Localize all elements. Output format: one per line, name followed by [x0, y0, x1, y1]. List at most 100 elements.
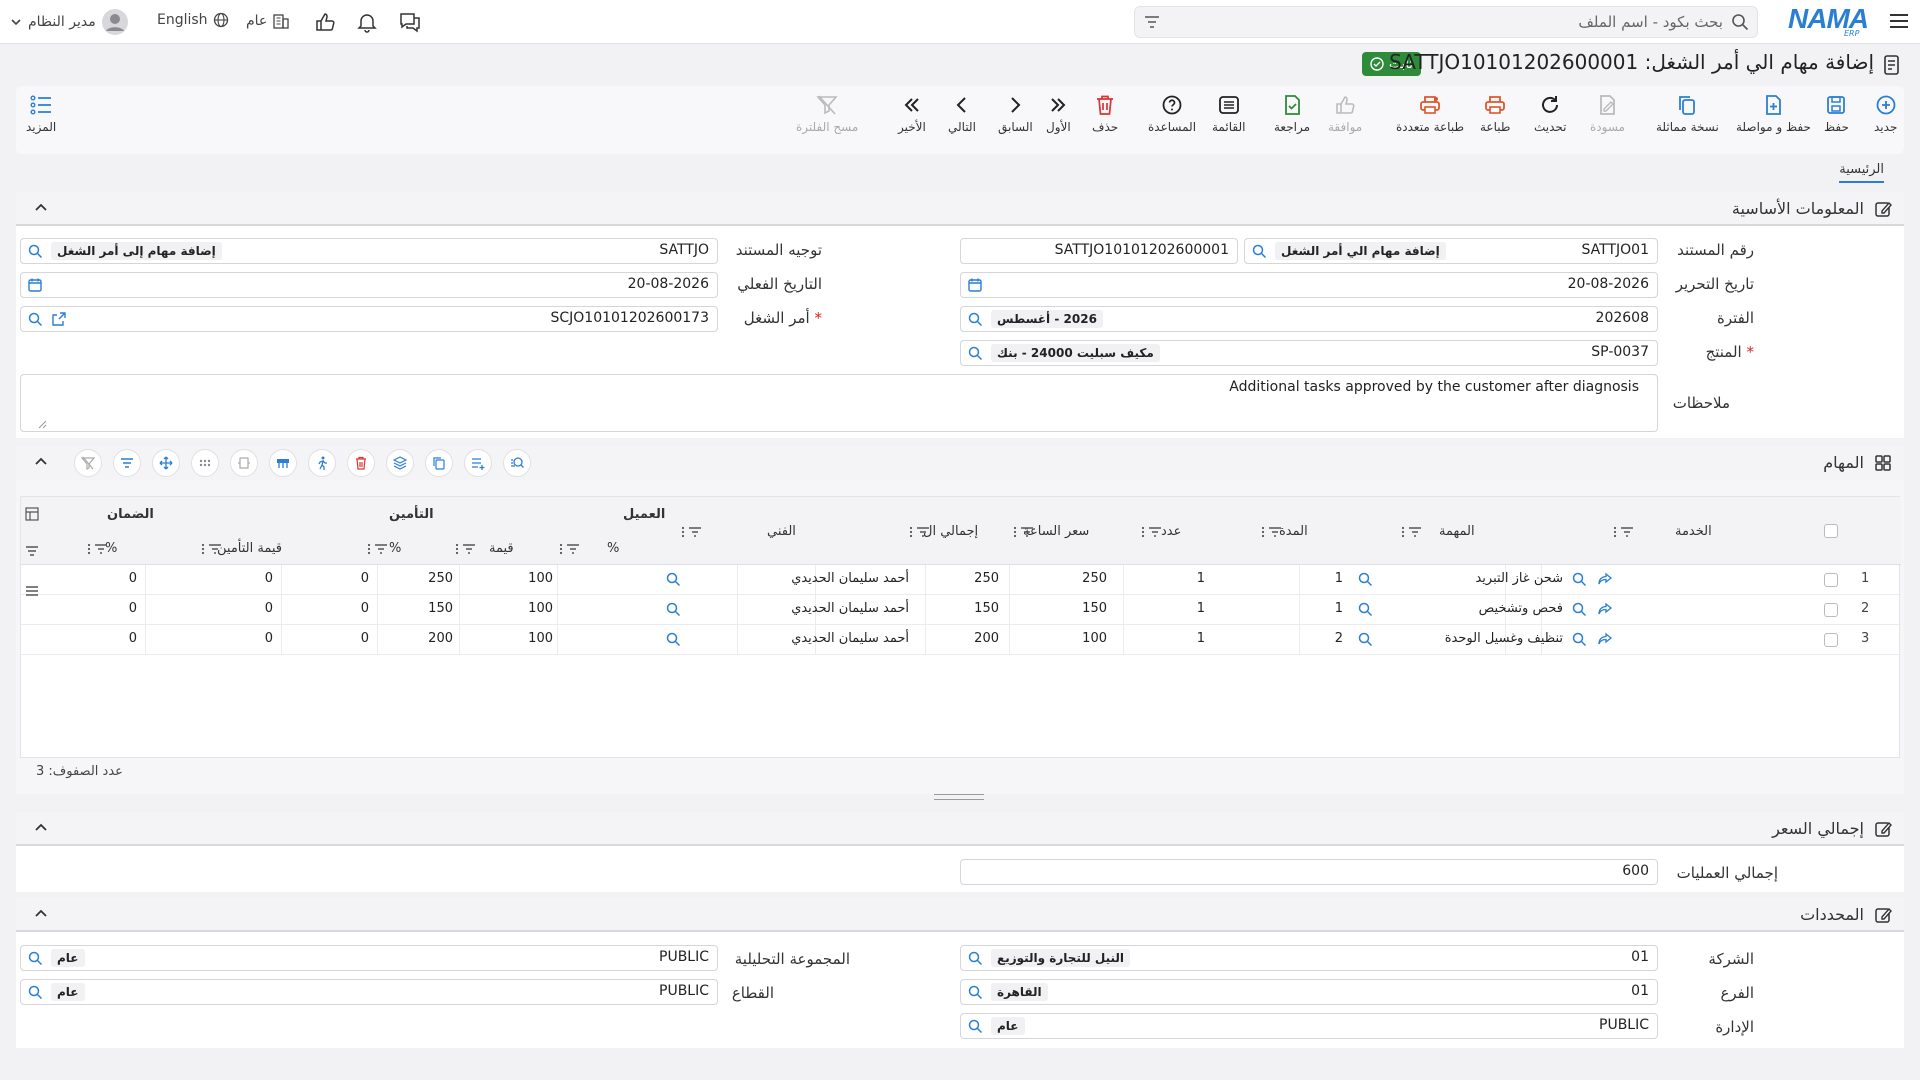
- doc-route-field[interactable]: SATTJO إضافة مهام إلى أمر الشغل: [20, 238, 718, 264]
- delete-row-icon[interactable]: [347, 449, 375, 477]
- clear-filter-button[interactable]: مسح الفلترة: [796, 94, 858, 134]
- move-icon[interactable]: [152, 449, 180, 477]
- public-switch[interactable]: عام: [246, 12, 290, 30]
- calendar-icon[interactable]: [27, 277, 43, 293]
- tab-main[interactable]: الرئيسية: [1839, 162, 1884, 183]
- column-filter-icon[interactable]: [909, 526, 931, 538]
- notes-textarea[interactable]: Additional tasks approved by the custome…: [20, 374, 1658, 432]
- lookup-search-icon[interactable]: [967, 345, 983, 361]
- next-button[interactable]: التالي: [948, 94, 976, 134]
- fit-columns-icon[interactable]: [230, 449, 258, 477]
- language-switch[interactable]: English: [157, 12, 229, 28]
- collapse-chevron-icon[interactable]: [34, 202, 48, 212]
- row-menu-icon[interactable]: [25, 585, 39, 597]
- lookup-search-icon[interactable]: [967, 311, 983, 327]
- share-arrow-icon[interactable]: [1597, 601, 1613, 617]
- col-service[interactable]: الخدمة: [1675, 524, 1712, 539]
- thumbs-up-button[interactable]: موافقة: [1328, 94, 1362, 134]
- task-lookup-icon[interactable]: [1357, 631, 1373, 647]
- resize-handle-icon[interactable]: [37, 419, 47, 429]
- filter-lines-icon[interactable]: [1143, 13, 1161, 31]
- technician-lookup-icon[interactable]: [665, 631, 681, 647]
- lookup-search-icon[interactable]: [967, 984, 983, 1000]
- col-count[interactable]: عدد: [1161, 524, 1181, 539]
- draft-button[interactable]: مسودة: [1590, 94, 1625, 134]
- filter-icon[interactable]: [113, 449, 141, 477]
- table-layout-icon[interactable]: [269, 449, 297, 477]
- column-filter-icon[interactable]: [1401, 526, 1423, 538]
- user-menu[interactable]: مدير النظام: [10, 9, 128, 35]
- column-filter-icon[interactable]: [1261, 526, 1283, 538]
- last-button[interactable]: الأخير: [898, 94, 926, 134]
- plus-circle-button[interactable]: جديد: [1874, 94, 1897, 134]
- service-lookup-icon[interactable]: [1571, 601, 1587, 617]
- row-checkbox[interactable]: [1824, 603, 1838, 617]
- task-lookup-icon[interactable]: [1357, 601, 1373, 617]
- print-button[interactable]: طباعة: [1480, 94, 1510, 134]
- col-technician[interactable]: الفني: [767, 524, 796, 539]
- column-filter-icon[interactable]: [1141, 526, 1163, 538]
- select-all-checkbox[interactable]: [1824, 524, 1838, 538]
- column-filter-icon[interactable]: [1613, 526, 1635, 538]
- copy-button[interactable]: نسخة مماثلة: [1656, 94, 1719, 134]
- resize-splitter[interactable]: [934, 794, 984, 800]
- service-lookup-icon[interactable]: [1571, 631, 1587, 647]
- lookup-search-icon[interactable]: [27, 984, 43, 1000]
- cell-task[interactable]: فحص وتشخيص: [1479, 601, 1563, 616]
- hamburger-menu-icon[interactable]: [1888, 11, 1910, 31]
- col-task[interactable]: المهمة: [1439, 524, 1475, 539]
- add-row-icon[interactable]: [464, 449, 492, 477]
- prev-button[interactable]: السابق: [998, 94, 1033, 134]
- refresh-button[interactable]: تحديث: [1534, 94, 1567, 134]
- service-lookup-icon[interactable]: [1571, 571, 1587, 587]
- row-checkbox[interactable]: [1824, 573, 1838, 587]
- collapse-chevron-icon[interactable]: [34, 908, 48, 918]
- row-checkbox[interactable]: [1824, 633, 1838, 647]
- search-icon[interactable]: [1731, 13, 1749, 31]
- dots-grid-icon[interactable]: [191, 449, 219, 477]
- product-field[interactable]: SP-0037 مكيف سبليت 24000 - بنك: [960, 340, 1658, 366]
- cell-task[interactable]: تنظيف وغسيل الوحدة: [1445, 631, 1563, 646]
- more-button[interactable]: المزيد: [26, 94, 56, 134]
- technician-lookup-icon[interactable]: [665, 601, 681, 617]
- col-total[interactable]: إجمالي ال: [923, 524, 978, 539]
- calendar-icon[interactable]: [967, 277, 983, 293]
- help-button[interactable]: المساعدة: [1148, 94, 1196, 134]
- column-filter-icon[interactable]: [367, 543, 389, 555]
- run-icon[interactable]: [308, 449, 336, 477]
- task-lookup-icon[interactable]: [1357, 571, 1373, 587]
- collapse-chevron-icon[interactable]: [34, 822, 48, 832]
- period-field[interactable]: 202608 2026 - أغسطس: [960, 306, 1658, 332]
- actual-date-field[interactable]: 20-08-2026: [20, 272, 718, 298]
- share-arrow-icon[interactable]: [1597, 571, 1613, 587]
- col-ins-value[interactable]: قيمة التأمين: [217, 541, 282, 556]
- table-row[interactable]: 0 0 0 150 100 أحمد سليمان الحديدي 150 150 1 1 فحص …: [21, 595, 1901, 625]
- lookup-search-icon[interactable]: [967, 950, 983, 966]
- share-arrow-icon[interactable]: [1597, 631, 1613, 647]
- clear-filter-icon[interactable]: [74, 449, 102, 477]
- lookup-search-icon[interactable]: [27, 950, 43, 966]
- review-button[interactable]: مراجعة: [1274, 94, 1310, 134]
- list-button[interactable]: القائمة: [1212, 94, 1245, 134]
- lookup-search-icon[interactable]: [967, 1018, 983, 1034]
- search-input[interactable]: [1163, 11, 1723, 33]
- column-filter-icon[interactable]: [681, 526, 703, 538]
- column-filter-icon[interactable]: [559, 543, 581, 555]
- branch-field[interactable]: 01 القاهرة: [960, 979, 1658, 1005]
- lookup-search-icon[interactable]: [1251, 243, 1267, 259]
- external-link-icon[interactable]: [51, 311, 67, 327]
- col-ins-pct[interactable]: %: [389, 541, 401, 556]
- analytic-field[interactable]: PUBLIC عام: [20, 945, 718, 971]
- col-cust-value[interactable]: قيمة: [489, 541, 514, 556]
- edit-date-field[interactable]: 20-08-2026: [960, 272, 1658, 298]
- dept-field[interactable]: PUBLIC عام: [960, 1013, 1658, 1039]
- technician-lookup-icon[interactable]: [665, 571, 681, 587]
- job-order-field[interactable]: SCJO10101202600173: [20, 306, 718, 332]
- column-filter-icon[interactable]: [201, 543, 223, 555]
- save-button[interactable]: حفظ: [1824, 94, 1849, 134]
- save-continue-button[interactable]: حفظ و مواصلة: [1736, 94, 1811, 134]
- chat-icon[interactable]: [398, 11, 422, 33]
- copy-rows-icon[interactable]: [425, 449, 453, 477]
- col-duration[interactable]: المدة: [1279, 524, 1308, 539]
- company-field[interactable]: 01 النيل للتجارة والتوزيع: [960, 945, 1658, 971]
